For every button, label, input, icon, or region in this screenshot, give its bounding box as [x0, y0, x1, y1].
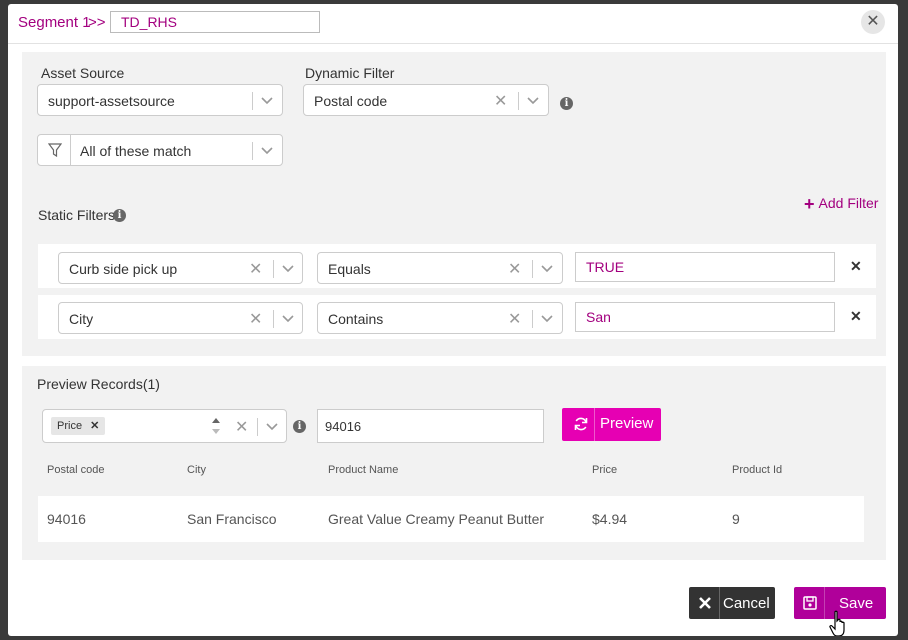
cell-price: $4.94: [592, 511, 628, 527]
cell-postal-code: 94016: [47, 511, 86, 527]
chevron-down-icon[interactable]: [526, 93, 540, 107]
segment-dialog: Segment 1 >> TD_RHS ✕ Asset Source suppo…: [8, 4, 898, 636]
select-separator: [273, 260, 274, 278]
add-filter-label: Add Filter: [818, 195, 879, 211]
cell-product-name: Great Value Creamy Peanut Butter: [328, 511, 545, 527]
filter-field-value: Curb side pick up: [69, 261, 178, 277]
refresh-icon: [574, 417, 588, 431]
info-icon[interactable]: i: [113, 209, 126, 222]
chevron-down-icon[interactable]: [260, 143, 274, 157]
preview-button[interactable]: Preview: [562, 408, 661, 441]
clear-icon[interactable]: ✕: [249, 309, 262, 329]
select-separator: [252, 142, 253, 160]
column-header-product-name[interactable]: Product Name: [328, 464, 398, 476]
cell-city: San Francisco: [187, 511, 277, 527]
filter-field-select[interactable]: Curb side pick up ✕: [58, 252, 303, 284]
table-header: Postal code City Product Name Price Prod…: [38, 450, 864, 494]
floppy-disk-icon: [803, 596, 817, 610]
chevron-down-icon[interactable]: [281, 311, 295, 325]
filter-operator-value: Equals: [328, 261, 371, 277]
preview-field-select[interactable]: Price ✕ ✕: [42, 409, 287, 443]
clear-icon[interactable]: ✕: [494, 91, 507, 111]
chevron-down-icon[interactable]: [260, 93, 274, 107]
static-filter-row: City ✕ Contains ✕ San ✕: [38, 295, 876, 339]
match-mode-select[interactable]: All of these match: [37, 134, 283, 166]
select-separator: [532, 310, 533, 328]
select-separator: [532, 260, 533, 278]
column-header-postal-code[interactable]: Postal code: [47, 464, 104, 476]
chip-remove-icon[interactable]: ✕: [90, 420, 99, 432]
clear-icon[interactable]: ✕: [249, 259, 262, 279]
filter-panel: Asset Source support-assetsource Dynamic…: [22, 52, 886, 356]
select-separator: [518, 92, 519, 110]
close-icon[interactable]: ✕: [861, 10, 885, 34]
clear-icon[interactable]: ✕: [508, 309, 521, 329]
filter-field-value: City: [69, 311, 94, 327]
clear-icon[interactable]: ✕: [235, 417, 248, 437]
filter-operator-select[interactable]: Equals ✕: [317, 252, 563, 284]
chip-label: Price: [57, 420, 83, 432]
preview-records-title: Preview Records(1): [37, 376, 160, 392]
dynamic-filter-label: Dynamic Filter: [305, 65, 395, 81]
cancel-button[interactable]: Cancel: [689, 587, 775, 619]
add-filter-button[interactable]: + Add Filter: [804, 194, 878, 215]
button-divider: [719, 587, 720, 619]
dynamic-filter-value: Postal code: [314, 93, 388, 109]
segment-name-input[interactable]: TD_RHS: [110, 11, 320, 33]
filter-field-select[interactable]: City ✕: [58, 302, 303, 334]
chevron-down-icon[interactable]: [540, 311, 554, 325]
button-divider: [824, 587, 825, 619]
cell-product-id: 9: [732, 511, 740, 527]
static-filter-row: Curb side pick up ✕ Equals ✕ TRUE ✕: [38, 244, 876, 288]
close-icon: [699, 597, 711, 609]
remove-filter-icon[interactable]: ✕: [850, 258, 862, 275]
info-icon[interactable]: i: [560, 97, 573, 110]
preview-button-label: Preview: [600, 415, 654, 432]
info-icon[interactable]: i: [293, 420, 306, 433]
chevron-down-icon[interactable]: [540, 261, 554, 275]
asset-source-select[interactable]: support-assetsource: [37, 84, 283, 116]
breadcrumb-segment[interactable]: Segment 1: [18, 14, 91, 31]
button-divider: [594, 408, 595, 441]
hand-cursor-icon: [829, 610, 845, 636]
filter-operator-value: Contains: [328, 311, 384, 327]
static-filters-title: Static Filters: [38, 207, 116, 223]
plus-icon: +: [804, 194, 815, 214]
stepper-icon[interactable]: [209, 414, 223, 438]
filter-value-input[interactable]: San: [575, 302, 835, 332]
column-header-price[interactable]: Price: [592, 464, 617, 476]
filter-value-input[interactable]: TRUE: [575, 252, 835, 282]
select-separator: [273, 310, 274, 328]
asset-source-label: Asset Source: [41, 65, 125, 81]
table-row[interactable]: 94016 San Francisco Great Value Creamy P…: [38, 496, 864, 542]
column-header-city[interactable]: City: [187, 464, 206, 476]
funnel-icon: [48, 143, 62, 157]
preview-panel: Preview Records(1) Price ✕ ✕ i 94016 Prev…: [22, 366, 886, 560]
select-separator: [257, 418, 258, 436]
filter-operator-select[interactable]: Contains ✕: [317, 302, 563, 334]
breadcrumb-separator: >>: [88, 14, 106, 31]
clear-icon[interactable]: ✕: [508, 259, 521, 279]
column-header-product-id[interactable]: Product Id: [732, 464, 782, 476]
dialog-header: Segment 1 >> TD_RHS ✕: [8, 4, 898, 44]
chevron-down-icon[interactable]: [265, 419, 279, 433]
selected-field-chip: Price ✕: [51, 417, 106, 435]
match-mode-value: All of these match: [80, 143, 192, 159]
cancel-button-label: Cancel: [723, 595, 770, 612]
select-divider: [70, 135, 71, 165]
dynamic-filter-select[interactable]: Postal code ✕: [303, 84, 549, 116]
remove-filter-icon[interactable]: ✕: [850, 308, 862, 325]
chevron-down-icon[interactable]: [281, 261, 295, 275]
preview-value-input[interactable]: 94016: [317, 409, 544, 443]
select-separator: [252, 92, 253, 110]
asset-source-value: support-assetsource: [48, 93, 175, 109]
